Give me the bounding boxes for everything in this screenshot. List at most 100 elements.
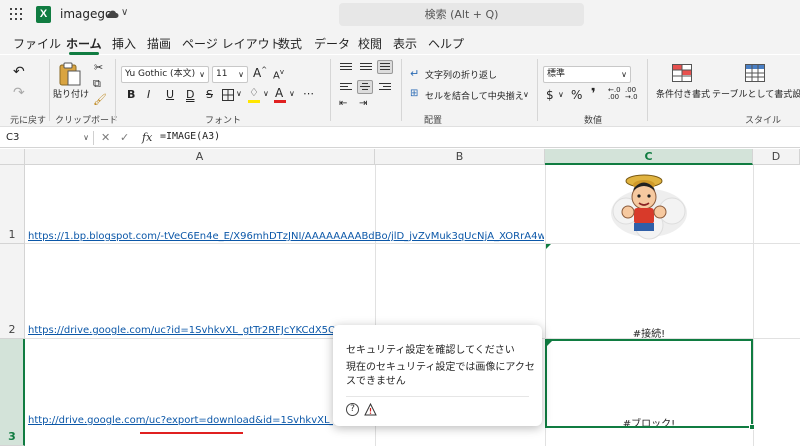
row-header-3[interactable]: 3 — [0, 339, 25, 446]
undo-icon[interactable]: ↶ — [13, 64, 25, 80]
formula-input[interactable]: =IMAGE(A3) — [160, 131, 220, 142]
cell-c2-value[interactable]: #接続! — [546, 325, 752, 340]
comma-style-button[interactable]: ❜ — [591, 86, 596, 102]
tab-view[interactable]: 表示 — [393, 35, 417, 52]
column-header-b[interactable]: B — [375, 149, 545, 165]
tab-insert[interactable]: 挿入 — [112, 35, 136, 52]
fill-handle[interactable] — [749, 424, 755, 430]
tab-data[interactable]: データ — [314, 35, 350, 52]
align-center-icon[interactable] — [357, 80, 373, 94]
alignment-group-label: 配置 — [424, 116, 443, 126]
row-header-1[interactable]: 1 — [0, 165, 25, 244]
tab-formulas[interactable]: 数式 — [278, 35, 302, 52]
copy-icon[interactable]: ⧉ — [93, 77, 101, 91]
format-as-table-icon[interactable] — [745, 64, 765, 82]
cloud-sync-icon[interactable] — [106, 8, 119, 21]
help-icon[interactable]: ? — [346, 403, 359, 416]
popup-title: セキュリティ設定を確認してください — [346, 345, 515, 356]
underline-button[interactable]: U — [166, 88, 174, 101]
ribbon-separator — [49, 59, 50, 121]
shrink-font-button[interactable]: Av — [273, 68, 284, 81]
ribbon-separator — [115, 59, 116, 121]
redo-icon[interactable]: ↷ — [13, 85, 25, 101]
align-top-icon[interactable] — [338, 61, 354, 75]
fill-color-icon[interactable]: ♢ — [249, 86, 259, 99]
conditional-format-icon[interactable] — [672, 64, 692, 82]
clipboard-group-label: クリップボード — [55, 116, 119, 126]
insert-function-button[interactable]: fx — [142, 131, 152, 144]
popup-message: 現在のセキュリティ設定では画像にアクセスできません — [346, 362, 535, 387]
ribbon-separator — [537, 59, 538, 121]
paste-button[interactable]: 貼り付け — [53, 87, 89, 100]
chevron-down-icon[interactable]: ∨ — [558, 90, 564, 99]
merge-center-icon[interactable]: ⊞ — [410, 88, 418, 99]
tab-file[interactable]: ファイル — [13, 35, 61, 52]
paste-icon[interactable] — [58, 61, 82, 87]
font-color-icon[interactable]: A — [275, 86, 283, 100]
increase-decimal-icon[interactable]: ←.0.00 — [608, 87, 621, 101]
column-header-d[interactable]: D — [753, 149, 800, 165]
increase-indent-icon[interactable]: ⇥ — [359, 98, 367, 109]
align-right-icon[interactable] — [377, 81, 393, 95]
wrap-text-button[interactable]: 文字列の折り返し — [425, 68, 497, 81]
warning-icon[interactable] — [364, 403, 377, 416]
chevron-down-icon[interactable]: ∨ — [236, 89, 242, 98]
borders-icon[interactable] — [222, 89, 234, 101]
tab-page-layout[interactable]: ページ レイアウト — [182, 35, 282, 52]
document-name[interactable]: imagego — [60, 7, 112, 21]
active-cell-border — [545, 339, 753, 428]
tab-draw[interactable]: 描画 — [147, 35, 171, 52]
grid-line — [753, 165, 754, 446]
excel-logo-icon: X — [36, 6, 51, 23]
ribbon-separator — [330, 59, 331, 121]
cell-a2-link[interactable]: https://drive.google.com/uc?id=1SvhkvXL_… — [28, 325, 338, 336]
chevron-down-icon[interactable]: ∨ — [263, 89, 269, 98]
font-name-dropdown[interactable]: Yu Gothic (本文) ∨ — [121, 66, 209, 83]
tab-help[interactable]: ヘルプ — [428, 35, 464, 52]
select-all-button[interactable] — [0, 149, 25, 165]
more-font-options-icon[interactable]: ⋯ — [303, 87, 314, 100]
chevron-down-icon[interactable]: ∨ — [121, 7, 128, 18]
cell-a1-link[interactable]: https://1.bp.blogspot.com/-tVeC6En4e_E/X… — [28, 231, 544, 242]
format-painter-icon[interactable]: 🖌 — [93, 93, 107, 106]
cancel-icon[interactable]: ✕ — [101, 131, 110, 144]
font-size-dropdown[interactable]: 11 ∨ — [212, 66, 248, 83]
enter-icon[interactable]: ✓ — [120, 131, 129, 144]
column-header-a[interactable]: A — [25, 149, 375, 165]
align-middle-icon[interactable] — [358, 61, 374, 75]
bold-button[interactable]: B — [127, 88, 135, 101]
conditional-format-button[interactable]: 条件付き書式 — [656, 87, 710, 100]
decrease-indent-icon[interactable]: ⇤ — [339, 98, 347, 109]
wrap-text-icon[interactable]: ↵ — [410, 67, 419, 80]
merge-center-button[interactable]: セルを結合して中央揃え — [425, 89, 524, 102]
tab-review[interactable]: 校閲 — [358, 35, 382, 52]
decrease-decimal-icon[interactable]: .00 →.0 — [625, 87, 638, 101]
align-bottom-icon[interactable] — [377, 60, 393, 74]
strikethrough-button[interactable]: S — [206, 88, 213, 101]
font-group-label: フォント — [205, 116, 242, 126]
security-warning-popup: セキュリティ設定を確認してください 現在のセキュリティ設定では画像にアクセスでき… — [333, 325, 542, 426]
chevron-down-icon[interactable]: ∨ — [289, 89, 295, 98]
chevron-down-icon: ∨ — [199, 70, 205, 79]
double-underline-button[interactable]: D — [186, 88, 194, 101]
grow-font-button[interactable]: A^ — [253, 66, 267, 80]
percent-button[interactable]: % — [571, 88, 582, 102]
format-as-table-button[interactable]: テーブルとして書式設定 — [712, 87, 800, 100]
cut-icon[interactable]: ✂ — [94, 61, 103, 74]
italic-button[interactable]: I — [147, 88, 150, 101]
cell-a3-link[interactable]: http://drive.google.com/uc?export=downlo… — [28, 415, 333, 426]
ribbon-separator — [401, 59, 402, 121]
currency-button[interactable]: $ — [546, 88, 554, 102]
number-format-dropdown[interactable]: 標準 ∨ — [543, 66, 631, 83]
chevron-down-icon[interactable]: ∨ — [523, 90, 529, 99]
cell-c1-image[interactable] — [608, 167, 690, 241]
app-launcher-icon[interactable] — [10, 8, 22, 20]
search-input[interactable]: 検索 (Alt + Q) — [339, 3, 584, 26]
tab-home[interactable]: ホーム — [66, 35, 102, 52]
align-left-icon[interactable] — [338, 81, 354, 95]
ribbon: ↶ ↷ 元に戻す 貼り付け ✂ ⧉ 🖌 クリップボード Yu Gothic (本… — [0, 55, 800, 127]
column-header-c[interactable]: C — [545, 149, 753, 165]
row-header-2[interactable]: 2 — [0, 244, 25, 339]
ribbon-tabs: ファイル ホーム 挿入 描画 ページ レイアウト 数式 データ 校閲 表示 ヘル… — [0, 30, 800, 54]
name-box[interactable]: C3 ∨ — [3, 130, 89, 146]
